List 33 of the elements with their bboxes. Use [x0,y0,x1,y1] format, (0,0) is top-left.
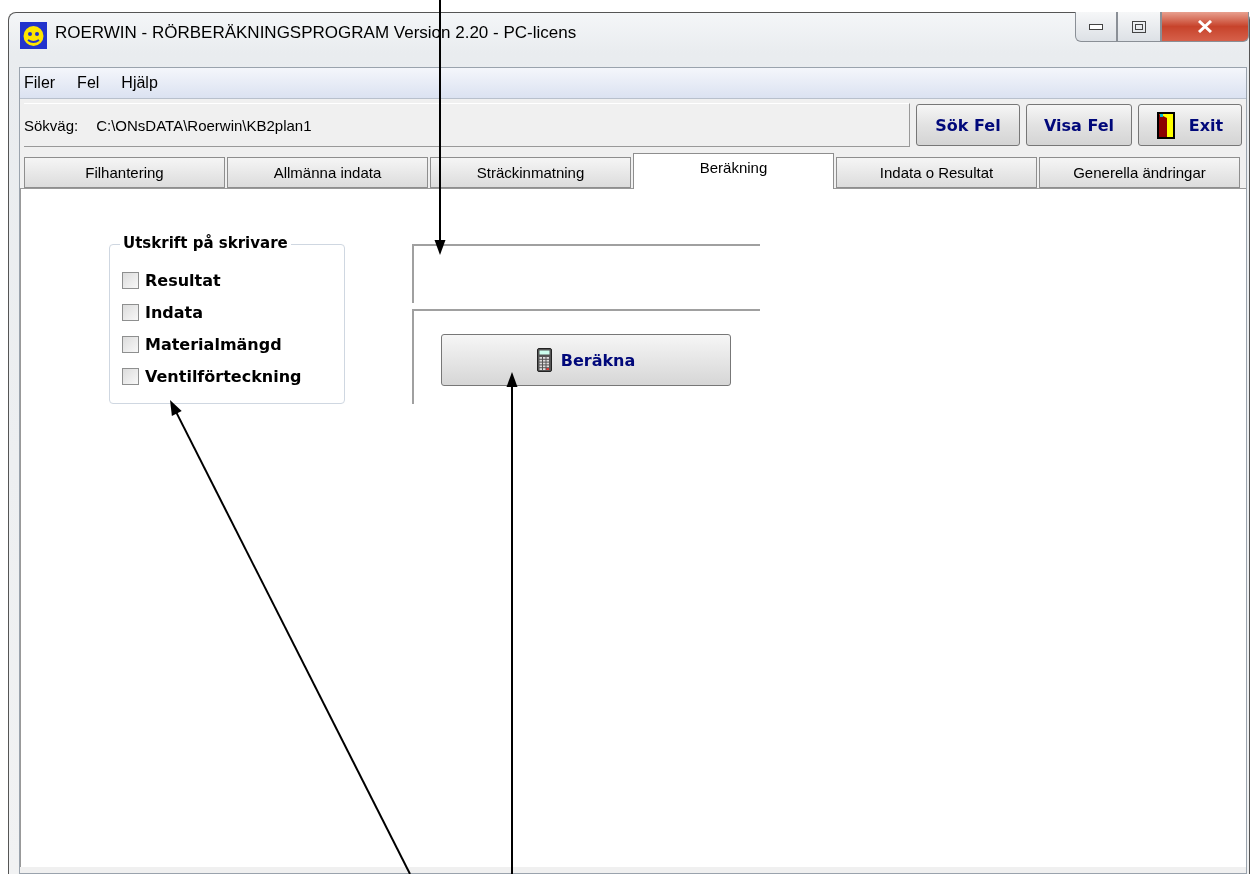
path-label: Sökväg: [24,116,79,134]
checkbox-option[interactable]: Resultat [122,267,344,293]
app-logo-icon [20,22,47,49]
checkbox[interactable] [122,335,139,353]
minimize-button[interactable] [1075,12,1117,42]
menu-item[interactable]: Hjälp [121,74,158,92]
path-value: C:\ONsDATA\Roerwin\KB2plan1 [96,116,312,134]
close-button[interactable] [1161,12,1249,42]
tab[interactable]: Indata o Resultat [836,157,1037,188]
checkbox[interactable] [122,271,139,289]
minimize-icon [1089,23,1103,30]
tab[interactable]: Filhantering [24,157,225,188]
checkbox-option[interactable]: Ventilförteckning [122,363,344,389]
tab[interactable]: Allmänna indata [227,157,428,188]
tab[interactable]: Sträckinmatning [430,157,631,188]
exit-button[interactable]: Exit [1138,104,1242,146]
maximize-icon [1132,20,1146,33]
checkbox[interactable] [122,367,139,385]
checkbox-option[interactable]: Materialmängd [122,331,344,357]
group-title: Utskrift på skrivare [120,234,291,252]
calculator-icon [536,348,552,372]
toolbar-button[interactable]: Sök Fel [916,104,1020,146]
tab[interactable]: Beräkning [633,153,834,189]
checkbox-option[interactable]: Indata [122,299,344,325]
close-icon [1197,20,1213,33]
menu-item[interactable]: Filer [24,74,56,92]
toolbar-button[interactable]: Visa Fel [1026,104,1132,146]
menu-item[interactable]: Fel [77,74,100,92]
door-icon [1156,111,1175,139]
calculate-button[interactable]: Beräkna [441,334,731,386]
checkbox[interactable] [122,303,139,321]
maximize-button[interactable] [1117,12,1161,42]
tab[interactable]: Generella ändringar [1039,157,1240,188]
